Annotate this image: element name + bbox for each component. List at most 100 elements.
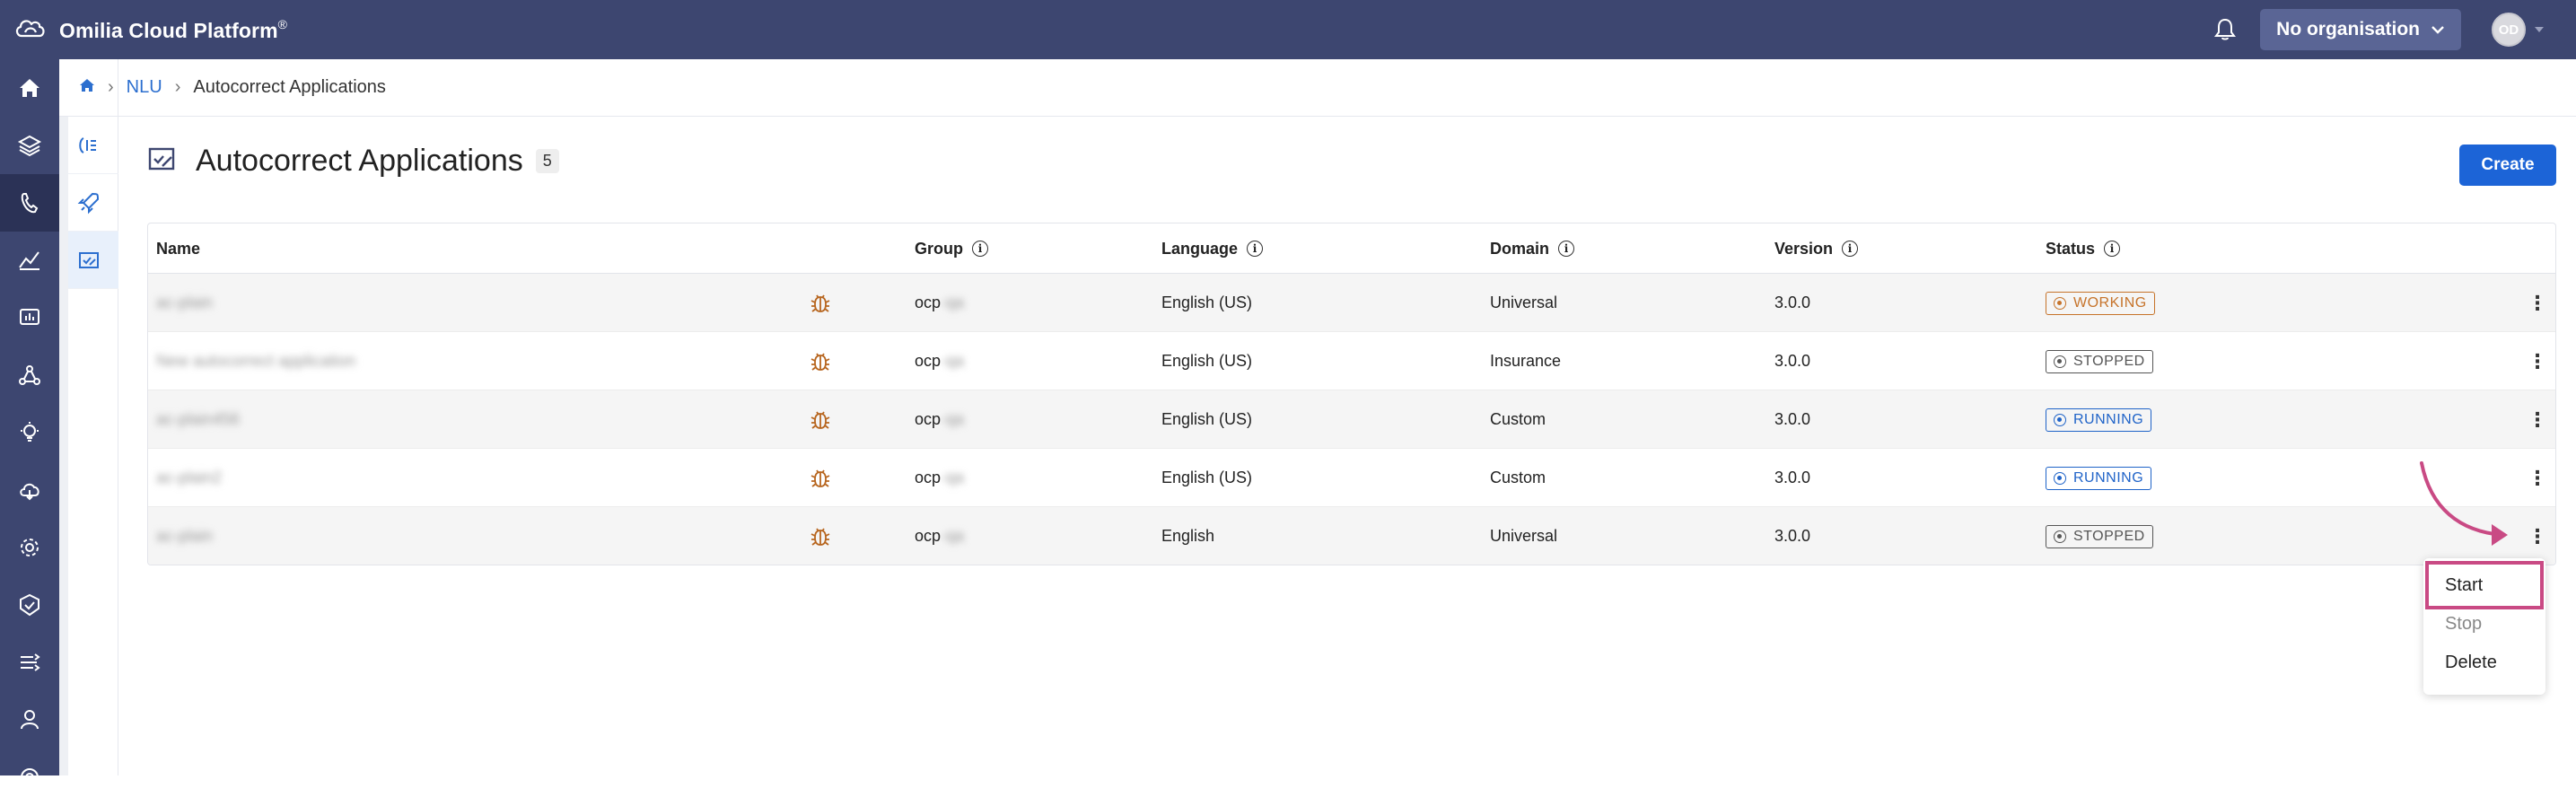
brand[interactable]: Omilia Cloud Platform® xyxy=(0,14,287,46)
insights-bulb-icon[interactable] xyxy=(0,404,59,461)
status-badge: STOPPED xyxy=(2046,524,2153,548)
page-title: Autocorrect Applications xyxy=(196,144,523,178)
breadcrumb-current: Autocorrect Applications xyxy=(193,77,386,97)
debug-bug-icon[interactable] xyxy=(809,449,832,507)
avatar-caret-icon[interactable] xyxy=(2535,27,2544,32)
language-cell: English xyxy=(1161,527,1215,545)
breadcrumb-nlu-link[interactable]: NLU xyxy=(127,77,162,98)
analytics-icon[interactable] xyxy=(0,232,59,289)
group-cell: ocp -qa xyxy=(915,410,965,428)
top-bar: Omilia Cloud Platform® No organisation O… xyxy=(0,0,2576,59)
debug-bug-icon[interactable] xyxy=(809,390,832,449)
status-badge: RUNNING xyxy=(2046,407,2152,432)
autocorrect-title-icon xyxy=(147,144,178,179)
menu-delete[interactable]: Delete xyxy=(2445,653,2497,673)
organisation-label: No organisation xyxy=(2276,19,2420,39)
language-cell: English (US) xyxy=(1161,293,1253,311)
cloud-logo-icon xyxy=(13,14,48,46)
page-header: Autocorrect Applications 5 xyxy=(147,144,559,179)
status-cell: RUNNING xyxy=(2046,449,2152,507)
home-breadcrumb-icon[interactable] xyxy=(79,77,95,99)
status-badge: RUNNING xyxy=(2046,466,2152,490)
debug-bug-icon[interactable] xyxy=(809,332,832,390)
subnav-divider xyxy=(59,117,68,775)
debug-bug-icon[interactable] xyxy=(809,507,832,565)
voice-nlu-icon[interactable] xyxy=(0,174,59,232)
status-cell: STOPPED xyxy=(2046,507,2153,565)
version-column-header[interactable]: Version i xyxy=(1774,223,1859,274)
table-header-row: Name Group i Language i Domain i Version i S… xyxy=(148,223,2555,274)
domain-cell: Universal xyxy=(1490,293,1558,311)
group-cell: ocp -qa xyxy=(915,293,965,311)
layers-icon[interactable] xyxy=(0,117,59,174)
group-cell: ocp -qa xyxy=(915,527,965,545)
table-row[interactable]: ac-plain ocp -qa English (US) Universal 3.0.0… xyxy=(148,274,2555,332)
status-indicator-icon xyxy=(2054,355,2066,368)
info-icon[interactable]: i xyxy=(1842,241,1859,257)
status-cell: WORKING xyxy=(2046,274,2155,332)
version-cell: 3.0.0 xyxy=(1774,293,1811,311)
brand-name: Omilia Cloud Platform® xyxy=(59,16,288,42)
status-column-header[interactable]: Status i xyxy=(2046,223,2121,274)
organisation-selector[interactable]: No organisation xyxy=(2260,9,2461,50)
integrations-icon[interactable] xyxy=(0,634,59,691)
row-actions-kebab-icon[interactable]: ⋮ xyxy=(2528,332,2547,390)
name-column-header[interactable]: Name xyxy=(156,223,200,274)
help-icon[interactable] xyxy=(0,749,59,806)
info-icon[interactable]: i xyxy=(1247,241,1264,257)
start-highlight-box xyxy=(2425,561,2544,609)
domain-cell: Custom xyxy=(1490,469,1546,486)
group-column-header[interactable]: Group i xyxy=(915,223,988,274)
settings-gear-icon[interactable] xyxy=(0,519,59,576)
language-column-header[interactable]: Language i xyxy=(1161,223,1264,274)
app-name[interactable]: ac-plain2 xyxy=(156,449,222,507)
status-badge: WORKING xyxy=(2046,291,2155,315)
app-name[interactable]: ac-plain456 xyxy=(156,390,240,449)
version-cell: 3.0.0 xyxy=(1774,469,1811,486)
status-badge: STOPPED xyxy=(2046,349,2153,373)
group-cell: ocp -qa xyxy=(915,469,965,486)
user-icon[interactable] xyxy=(0,691,59,749)
domain-cell: Universal xyxy=(1490,527,1558,545)
row-actions-kebab-icon[interactable]: ⋮ xyxy=(2528,449,2547,507)
info-icon[interactable]: i xyxy=(1558,241,1575,257)
info-icon[interactable]: i xyxy=(972,241,988,257)
table-row[interactable]: ac-plain2 ocp -qa English (US) Custom 3.0.0 RU… xyxy=(148,449,2555,507)
table-row[interactable]: New autocorrect application ocp -qa English… xyxy=(148,332,2555,390)
domain-column-header[interactable]: Domain i xyxy=(1490,223,1575,274)
chevron-down-icon xyxy=(2431,26,2444,34)
notifications-bell-icon[interactable] xyxy=(2212,16,2239,43)
app-name[interactable]: ac-plain xyxy=(156,274,213,332)
version-cell: 3.0.0 xyxy=(1774,352,1811,370)
info-icon[interactable]: i xyxy=(2104,241,2121,257)
domain-cell: Insurance xyxy=(1490,352,1562,370)
row-actions-kebab-icon[interactable]: ⋮ xyxy=(2528,390,2547,449)
callout-arrow-icon xyxy=(2420,461,2508,546)
row-actions-kebab-icon[interactable]: ⋮ xyxy=(2528,507,2547,565)
group-cell: ocp -qa xyxy=(915,352,965,370)
menu-stop[interactable]: Stop xyxy=(2445,614,2482,635)
domain-cell: Custom xyxy=(1490,410,1546,428)
breadcrumb: › NLU › Autocorrect Applications xyxy=(68,59,2576,117)
user-avatar[interactable]: OD xyxy=(2492,13,2526,47)
home-icon[interactable] xyxy=(0,59,59,117)
app-name[interactable]: ac-plain xyxy=(156,507,213,565)
status-indicator-icon xyxy=(2054,413,2066,426)
cloud-deploy-icon[interactable] xyxy=(0,461,59,519)
table-row[interactable]: ac-plain456 ocp -qa English (US) Custom 3.0.0… xyxy=(148,390,2555,449)
status-indicator-icon xyxy=(2054,296,2066,310)
app-name[interactable]: New autocorrect application xyxy=(156,332,355,390)
debug-bug-icon[interactable] xyxy=(809,274,832,332)
applications-table: Name Group i Language i Domain i Version i S… xyxy=(147,223,2556,565)
table-row[interactable]: ac-plain ocp -qa English Universal 3.0.0 STOPP… xyxy=(148,507,2555,565)
language-cell: English (US) xyxy=(1161,352,1253,370)
network-icon[interactable] xyxy=(0,346,59,404)
reports-icon[interactable] xyxy=(0,289,59,346)
version-cell: 3.0.0 xyxy=(1774,527,1811,545)
status-indicator-icon xyxy=(2054,471,2066,485)
breadcrumb-separator-icon: › xyxy=(108,77,114,97)
row-actions-kebab-icon[interactable]: ⋮ xyxy=(2528,274,2547,332)
create-button[interactable]: Create xyxy=(2459,145,2556,186)
language-cell: English (US) xyxy=(1161,410,1253,428)
shield-check-icon[interactable] xyxy=(0,576,59,634)
